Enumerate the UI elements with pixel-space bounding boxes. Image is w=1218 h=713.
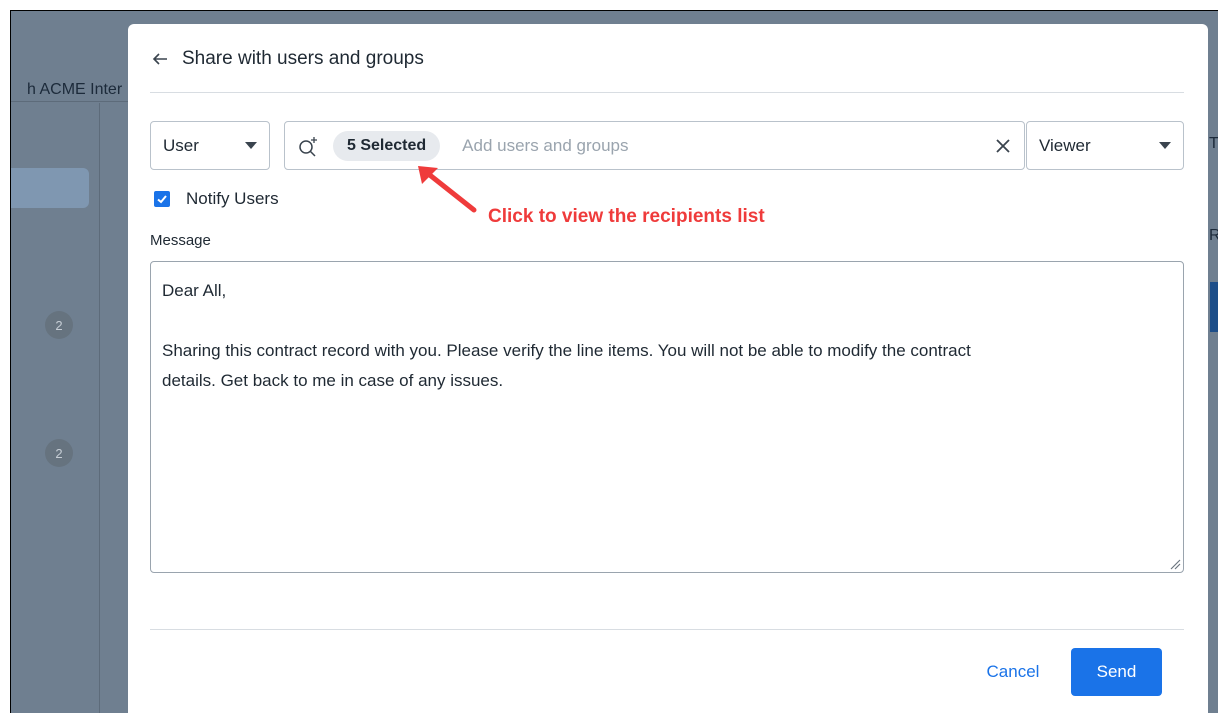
message-line: details. Get back to me in case of any i… bbox=[162, 371, 504, 390]
recipient-type-value: User bbox=[163, 135, 199, 155]
recipient-row: User 5 Selected Viewer bbox=[150, 121, 1184, 170]
notify-users-option[interactable]: Notify Users bbox=[154, 189, 279, 209]
share-dialog: Share with users and groups User 5 Selec… bbox=[128, 24, 1208, 713]
search-input[interactable] bbox=[462, 135, 986, 156]
checkmark-icon bbox=[157, 195, 167, 204]
message-textarea[interactable]: Dear All, Sharing this contract record w… bbox=[150, 261, 1184, 573]
background-sidebar-divider bbox=[99, 103, 100, 713]
caret-down-icon bbox=[245, 142, 257, 149]
dialog-title: Share with users and groups bbox=[182, 48, 424, 69]
role-select[interactable]: Viewer bbox=[1026, 121, 1184, 170]
recipient-type-select[interactable]: User bbox=[150, 121, 270, 170]
selected-recipients-chip[interactable]: 5 Selected bbox=[333, 130, 441, 161]
notify-label: Notify Users bbox=[186, 189, 279, 208]
cancel-button[interactable]: Cancel bbox=[968, 648, 1058, 696]
background-right-bar bbox=[1210, 282, 1218, 332]
role-value: Viewer bbox=[1039, 135, 1091, 155]
annotation-label: Click to view the recipients list bbox=[488, 206, 765, 227]
caret-down-icon bbox=[1159, 142, 1171, 149]
message-line: Dear All, bbox=[162, 281, 227, 300]
background-right-label: R bbox=[1209, 227, 1218, 245]
resize-grip-icon[interactable] bbox=[1169, 558, 1181, 570]
recipient-search-box[interactable]: 5 Selected bbox=[284, 121, 1025, 170]
search-add-icon bbox=[299, 136, 317, 157]
background-active-nav-item bbox=[11, 168, 89, 208]
header-divider bbox=[150, 92, 1184, 93]
close-icon[interactable] bbox=[994, 137, 1012, 155]
background-count-badge: 2 bbox=[45, 439, 73, 467]
background-count-badge: 2 bbox=[45, 311, 73, 339]
background-divider bbox=[11, 101, 129, 102]
message-label: Message bbox=[150, 232, 211, 249]
footer-divider bbox=[150, 629, 1184, 630]
notify-checkbox[interactable] bbox=[154, 191, 170, 207]
message-line: Sharing this contract record with you. P… bbox=[162, 341, 971, 360]
arrow-left-icon[interactable] bbox=[150, 49, 170, 69]
message-line bbox=[162, 306, 1172, 336]
background-breadcrumb: h ACME Inter bbox=[27, 81, 123, 98]
annotation-arrow-icon bbox=[418, 166, 477, 213]
dialog-header: Share with users and groups bbox=[150, 48, 424, 70]
send-button[interactable]: Send bbox=[1071, 648, 1162, 696]
background-right-label: T bbox=[1209, 135, 1218, 152]
